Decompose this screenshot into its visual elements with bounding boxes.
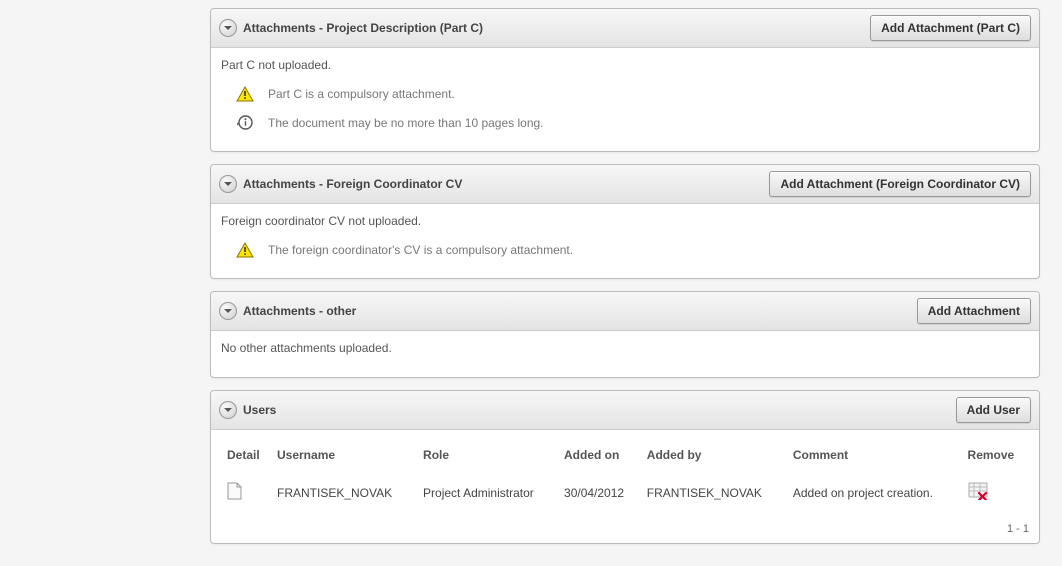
- table-row: FRANTISEK_NOVAK Project Administrator 30…: [221, 476, 1029, 509]
- panel-attachments-partc: Attachments - Project Description (Part …: [210, 8, 1040, 152]
- col-detail: Detail: [221, 440, 271, 476]
- page-content: Attachments - Project Description (Part …: [0, 0, 1040, 566]
- status-text: Part C not uploaded.: [221, 58, 1029, 72]
- warning-row: The foreign coordinator's CV is a compul…: [221, 236, 1029, 264]
- cell-username: FRANTISEK_NOVAK: [271, 476, 417, 509]
- col-role: Role: [417, 440, 558, 476]
- col-added-on: Added on: [558, 440, 641, 476]
- info-row: The document may be no more than 10 page…: [221, 108, 1029, 137]
- info-text: The document may be no more than 10 page…: [268, 116, 544, 130]
- collapse-toggle-partc[interactable]: [219, 19, 237, 37]
- chevron-down-icon: [223, 179, 233, 189]
- cell-added-on: 30/04/2012: [558, 476, 641, 509]
- cell-comment: Added on project creation.: [787, 476, 962, 509]
- add-attachment-partc-button[interactable]: Add Attachment (Part C): [870, 15, 1031, 41]
- panel-title: Attachments - Foreign Coordinator CV: [243, 177, 462, 191]
- warning-row: Part C is a compulsory attachment.: [221, 80, 1029, 108]
- status-text: Foreign coordinator CV not uploaded.: [221, 214, 1029, 228]
- status-text: No other attachments uploaded.: [221, 341, 1029, 355]
- collapse-toggle-foreign[interactable]: [219, 175, 237, 193]
- collapse-toggle-other[interactable]: [219, 302, 237, 320]
- col-comment: Comment: [787, 440, 962, 476]
- remove-user-button[interactable]: [968, 482, 988, 500]
- col-added-by: Added by: [641, 440, 787, 476]
- panel-title: Users: [243, 403, 276, 417]
- panel-header: Attachments - Project Description (Part …: [211, 9, 1039, 48]
- add-attachment-foreign-button[interactable]: Add Attachment (Foreign Coordinator CV): [769, 171, 1031, 197]
- users-table: Detail Username Role Added on Added by C…: [221, 440, 1029, 509]
- warning-icon: [236, 242, 254, 258]
- cell-role: Project Administrator: [417, 476, 558, 509]
- panel-body: Foreign coordinator CV not uploaded. The…: [211, 204, 1039, 278]
- table-header-row: Detail Username Role Added on Added by C…: [221, 440, 1029, 476]
- panel-users: Users Add User Detail Username Role Adde…: [210, 390, 1040, 544]
- panel-title: Attachments - Project Description (Part …: [243, 21, 483, 35]
- panel-header: Attachments - Foreign Coordinator CV Add…: [211, 165, 1039, 204]
- pagination-label: 1 - 1: [221, 509, 1029, 535]
- panel-body: Part C not uploaded. Part C is a compuls…: [211, 48, 1039, 151]
- warning-icon: [236, 86, 254, 102]
- info-icon: [236, 114, 254, 131]
- collapse-toggle-users[interactable]: [219, 401, 237, 419]
- detail-icon[interactable]: [227, 482, 242, 500]
- warning-text: The foreign coordinator's CV is a compul…: [268, 243, 573, 257]
- col-username: Username: [271, 440, 417, 476]
- panel-attachments-other: Attachments - other Add Attachment No ot…: [210, 291, 1040, 378]
- add-attachment-other-button[interactable]: Add Attachment: [917, 298, 1031, 324]
- panel-header: Users Add User: [211, 391, 1039, 430]
- warning-text: Part C is a compulsory attachment.: [268, 87, 455, 101]
- chevron-down-icon: [223, 306, 233, 316]
- add-user-button[interactable]: Add User: [956, 397, 1031, 423]
- panel-body: No other attachments uploaded.: [211, 331, 1039, 377]
- col-remove: Remove: [962, 440, 1029, 476]
- panel-header: Attachments - other Add Attachment: [211, 292, 1039, 331]
- chevron-down-icon: [223, 23, 233, 33]
- cell-added-by: FRANTISEK_NOVAK: [641, 476, 787, 509]
- panel-attachments-foreign: Attachments - Foreign Coordinator CV Add…: [210, 164, 1040, 279]
- users-table-wrap: Detail Username Role Added on Added by C…: [211, 430, 1039, 543]
- panel-title: Attachments - other: [243, 304, 356, 318]
- chevron-down-icon: [223, 405, 233, 415]
